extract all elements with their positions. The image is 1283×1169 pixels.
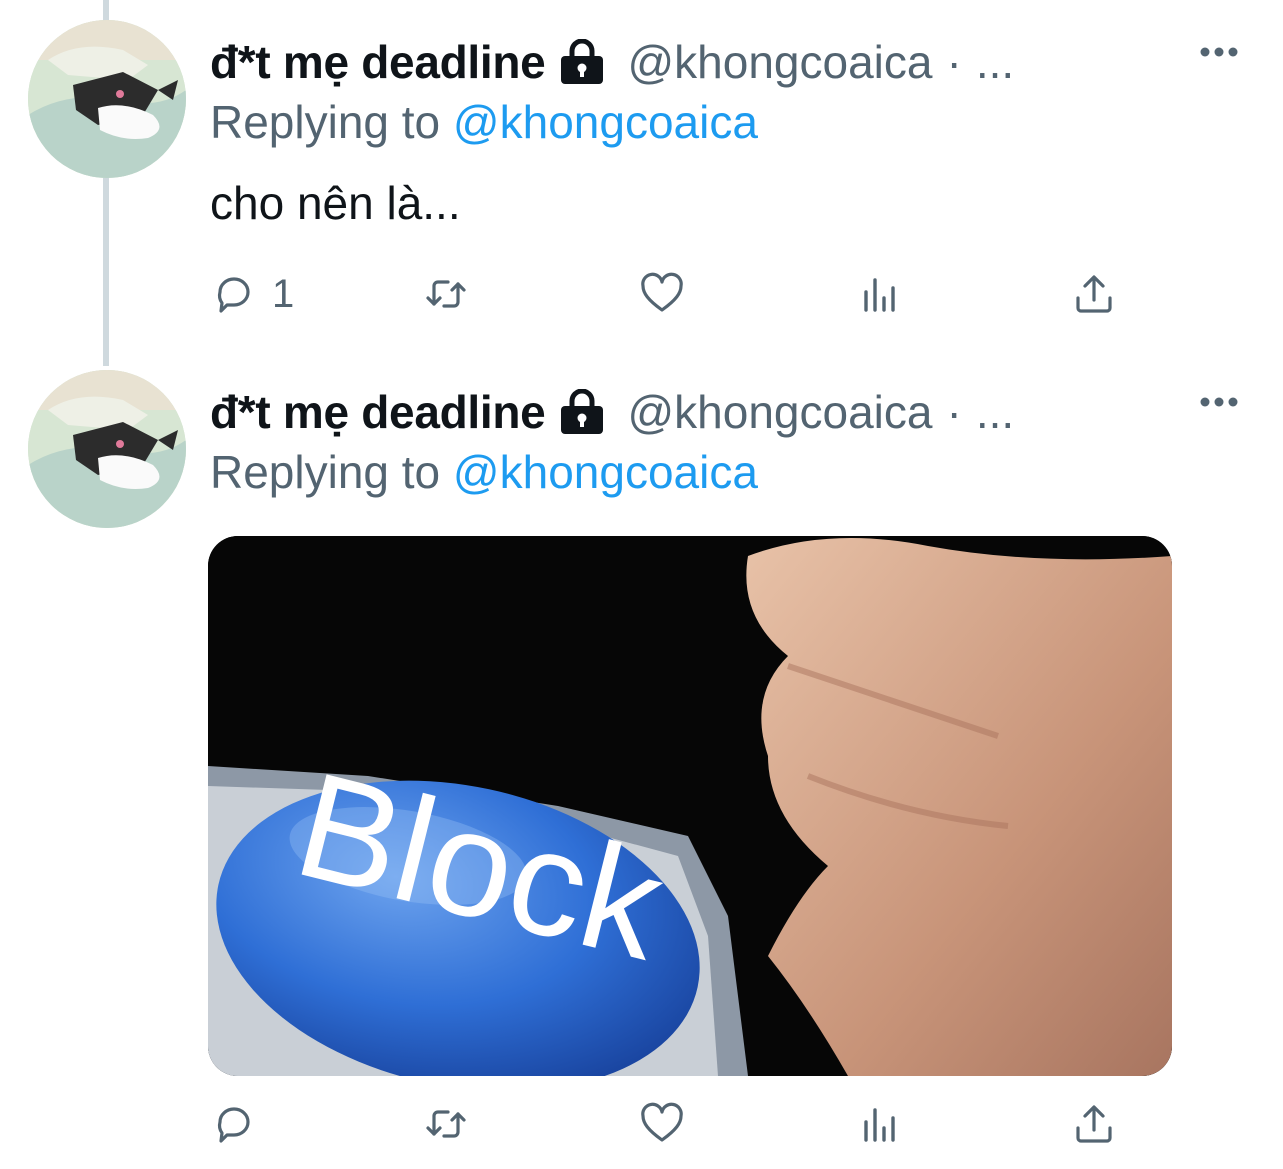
retweet-button[interactable] bbox=[422, 1096, 470, 1152]
reply-icon bbox=[217, 277, 250, 313]
avatar[interactable] bbox=[28, 370, 186, 528]
separator: · bbox=[946, 36, 962, 88]
replying-to: Replying to @khongcoaica bbox=[210, 444, 758, 500]
handle[interactable]: @khongcoaica bbox=[627, 34, 932, 90]
replying-prefix: Replying to bbox=[210, 96, 441, 148]
replying-prefix: Replying to bbox=[210, 446, 441, 498]
reply-count: 1 bbox=[272, 271, 295, 316]
tweet-header: đ*t mẹ deadline @khongcoaica · ... bbox=[210, 34, 1014, 90]
truncation: ... bbox=[975, 36, 1015, 88]
like-button[interactable] bbox=[638, 266, 686, 322]
reply-button[interactable] bbox=[210, 1096, 258, 1152]
like-button[interactable] bbox=[638, 1096, 686, 1152]
display-name[interactable]: đ*t mẹ deadline bbox=[210, 34, 546, 90]
retweet-icon bbox=[426, 1110, 466, 1138]
action-bar bbox=[210, 1096, 1130, 1152]
more-icon[interactable] bbox=[1199, 394, 1239, 410]
share-button[interactable] bbox=[1070, 1096, 1118, 1152]
action-bar: 1 bbox=[210, 266, 1130, 322]
replying-mention[interactable]: @khongcoaica bbox=[453, 446, 758, 498]
separator: · bbox=[946, 386, 962, 438]
like-icon bbox=[641, 272, 683, 312]
reply-icon bbox=[217, 1107, 250, 1143]
share-button[interactable] bbox=[1070, 266, 1118, 322]
lock-icon bbox=[557, 38, 607, 85]
truncation: ... bbox=[975, 386, 1015, 438]
lock-icon bbox=[557, 388, 607, 435]
like-icon bbox=[641, 1102, 683, 1142]
tweet-image[interactable]: Block bbox=[208, 536, 1172, 1076]
retweet-icon bbox=[426, 280, 466, 308]
replying-mention[interactable]: @khongcoaica bbox=[453, 96, 758, 148]
display-name[interactable]: đ*t mẹ deadline bbox=[210, 384, 546, 440]
handle[interactable]: @khongcoaica bbox=[627, 384, 932, 440]
retweet-button[interactable] bbox=[422, 266, 470, 322]
views-button[interactable] bbox=[856, 266, 904, 322]
replying-to: Replying to @khongcoaica bbox=[210, 94, 758, 150]
reply-button[interactable]: 1 bbox=[210, 266, 294, 322]
tweet-text: cho nên là... bbox=[210, 177, 461, 229]
share-icon bbox=[1076, 275, 1112, 313]
avatar[interactable] bbox=[28, 20, 186, 178]
tweet-header: đ*t mẹ deadline @khongcoaica · ... bbox=[210, 384, 1014, 440]
share-icon bbox=[1076, 1105, 1112, 1143]
views-icon bbox=[864, 278, 895, 312]
views-icon bbox=[864, 1108, 895, 1142]
views-button[interactable] bbox=[856, 1096, 904, 1152]
more-icon[interactable] bbox=[1199, 44, 1239, 60]
